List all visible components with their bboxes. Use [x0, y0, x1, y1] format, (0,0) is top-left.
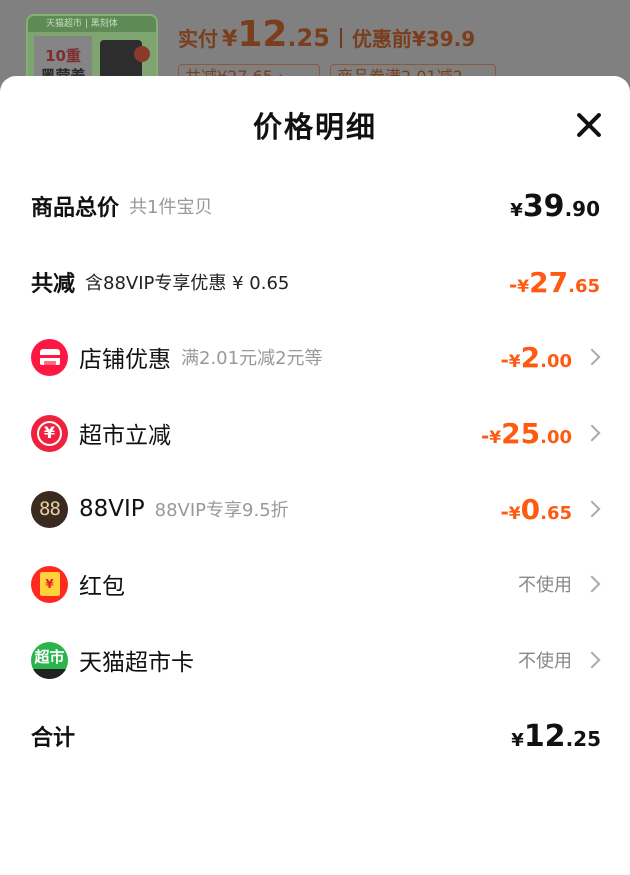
- thumbnail-badge-line1: 10重: [45, 47, 81, 65]
- row-total-reduction: 共减 含88VIP专享优惠 ¥ 0.65 - ¥27.65: [31, 262, 602, 302]
- row-sum: 合计 ¥12.25: [31, 716, 602, 756]
- paid-int: 12: [237, 14, 288, 55]
- vip-amount: -¥0.65: [500, 493, 572, 526]
- reduction-label: 共减: [31, 272, 76, 297]
- goods-total-int: 39: [522, 188, 565, 224]
- sum-dec: .25: [565, 726, 601, 751]
- row-tmall-card[interactable]: 超市 天猫超市卡 不使用: [31, 640, 602, 680]
- paid-yen: ¥: [222, 27, 238, 52]
- orig-price: ¥39.9: [411, 27, 476, 51]
- reduction-int: 27: [529, 265, 569, 299]
- row-shop-discount[interactable]: 店铺优惠 满2.01元减2元等 -¥2.00: [31, 337, 602, 377]
- vip-88-icon: 88: [31, 490, 68, 528]
- price-detail-sheet: 价格明细 商品总价 共1件宝贝 ¥39.90 共减 含88VIP专享优惠 ¥ 0…: [0, 76, 630, 875]
- chevron-right-icon[interactable]: [583, 348, 601, 366]
- shop-yen: ¥: [508, 351, 521, 372]
- sum-yen: ¥: [511, 729, 524, 751]
- chevron-right-icon[interactable]: [583, 651, 601, 669]
- reduction-dec: .65: [568, 275, 600, 297]
- row-goods-total: 商品总价 共1件宝贝 ¥39.90: [31, 186, 602, 226]
- reduction-sign: -: [508, 272, 518, 297]
- goods-total-dec: .90: [564, 196, 600, 221]
- vip-int: 0: [520, 492, 541, 526]
- vip-sign: -: [500, 499, 509, 524]
- vip-desc: 88VIP专享9.5折: [154, 500, 289, 521]
- row-market-reduce[interactable]: ¥ 超市立减 -¥25.00: [31, 413, 602, 453]
- tmall-card-icon-text: 超市: [34, 647, 65, 666]
- chevron-right-icon[interactable]: [583, 575, 601, 593]
- vip-dec: .65: [540, 502, 572, 524]
- vip-value: -¥0.65: [500, 493, 602, 526]
- chevron-right-icon[interactable]: [583, 500, 601, 518]
- tmall-card-label: 天猫超市卡: [79, 650, 194, 676]
- market-reduce-value: -¥25.00: [481, 417, 602, 450]
- sum-int: 12: [523, 718, 566, 754]
- vip-label: 88VIP: [79, 496, 145, 522]
- sum-price: ¥12.25: [511, 719, 601, 754]
- market-dec: .00: [540, 426, 572, 448]
- orig-label: 优惠前: [351, 27, 412, 51]
- reduction-vip-note: 含88VIP专享优惠 ¥ 0.65: [85, 273, 290, 294]
- market-reduce-amount: -¥25.00: [481, 417, 572, 450]
- row-red-packet[interactable]: ¥ 红包 不使用: [31, 564, 602, 604]
- price-divider: [339, 28, 342, 48]
- red-packet-value: 不使用: [518, 571, 602, 597]
- goods-total-price: ¥39.90: [510, 189, 600, 224]
- thumbnail-brand-strip: 天猫超市 | 黑刻体: [28, 16, 156, 32]
- shop-dec: .00: [540, 350, 572, 372]
- shop-discount-desc: 满2.01元减2元等: [181, 348, 323, 369]
- goods-total-label: 商品总价: [31, 196, 120, 221]
- red-packet-status: 不使用: [518, 575, 572, 596]
- shop-discount-label: 店铺优惠: [79, 347, 171, 373]
- tmall-card-value: 不使用: [518, 647, 602, 673]
- goods-total-count: 共1件宝贝: [129, 197, 213, 218]
- red-packet-label: 红包: [79, 574, 125, 600]
- row-88vip[interactable]: 88 88VIP 88VIP专享9.5折 -¥0.65: [31, 489, 602, 529]
- chevron-right-icon[interactable]: [583, 424, 601, 442]
- tmall-card-icon: 超市: [31, 641, 68, 679]
- paid-label: 实付: [178, 27, 218, 51]
- market-reduce-label: 超市立减: [79, 423, 171, 449]
- sheet-title: 价格明细: [252, 110, 377, 144]
- close-icon[interactable]: [576, 112, 602, 138]
- shop-sign: -: [500, 347, 509, 372]
- shop-discount-value: -¥2.00: [500, 341, 602, 374]
- tmall-card-status: 不使用: [518, 651, 572, 672]
- goods-total-yen: ¥: [510, 199, 523, 221]
- shop-discount-amount: -¥2.00: [500, 341, 572, 374]
- shop-int: 2: [520, 340, 541, 374]
- sum-label: 合计: [31, 726, 76, 751]
- red-packet-glyph: ¥: [39, 572, 60, 596]
- shop-coupon-icon: [31, 338, 68, 376]
- market-int: 25: [501, 416, 541, 450]
- red-packet-icon: ¥: [31, 565, 68, 603]
- paid-dec: .25: [287, 24, 330, 52]
- market-reduce-glyph: ¥: [37, 420, 62, 446]
- reduction-yen: ¥: [517, 276, 530, 297]
- vip-yen: ¥: [508, 503, 521, 524]
- market-yen: ¥: [489, 427, 502, 448]
- reduction-amount: - ¥27.65: [509, 266, 600, 299]
- paid-price-summary: 实付 ¥12.25 优惠前¥39.9: [178, 14, 475, 55]
- market-reduce-icon: ¥: [31, 414, 68, 452]
